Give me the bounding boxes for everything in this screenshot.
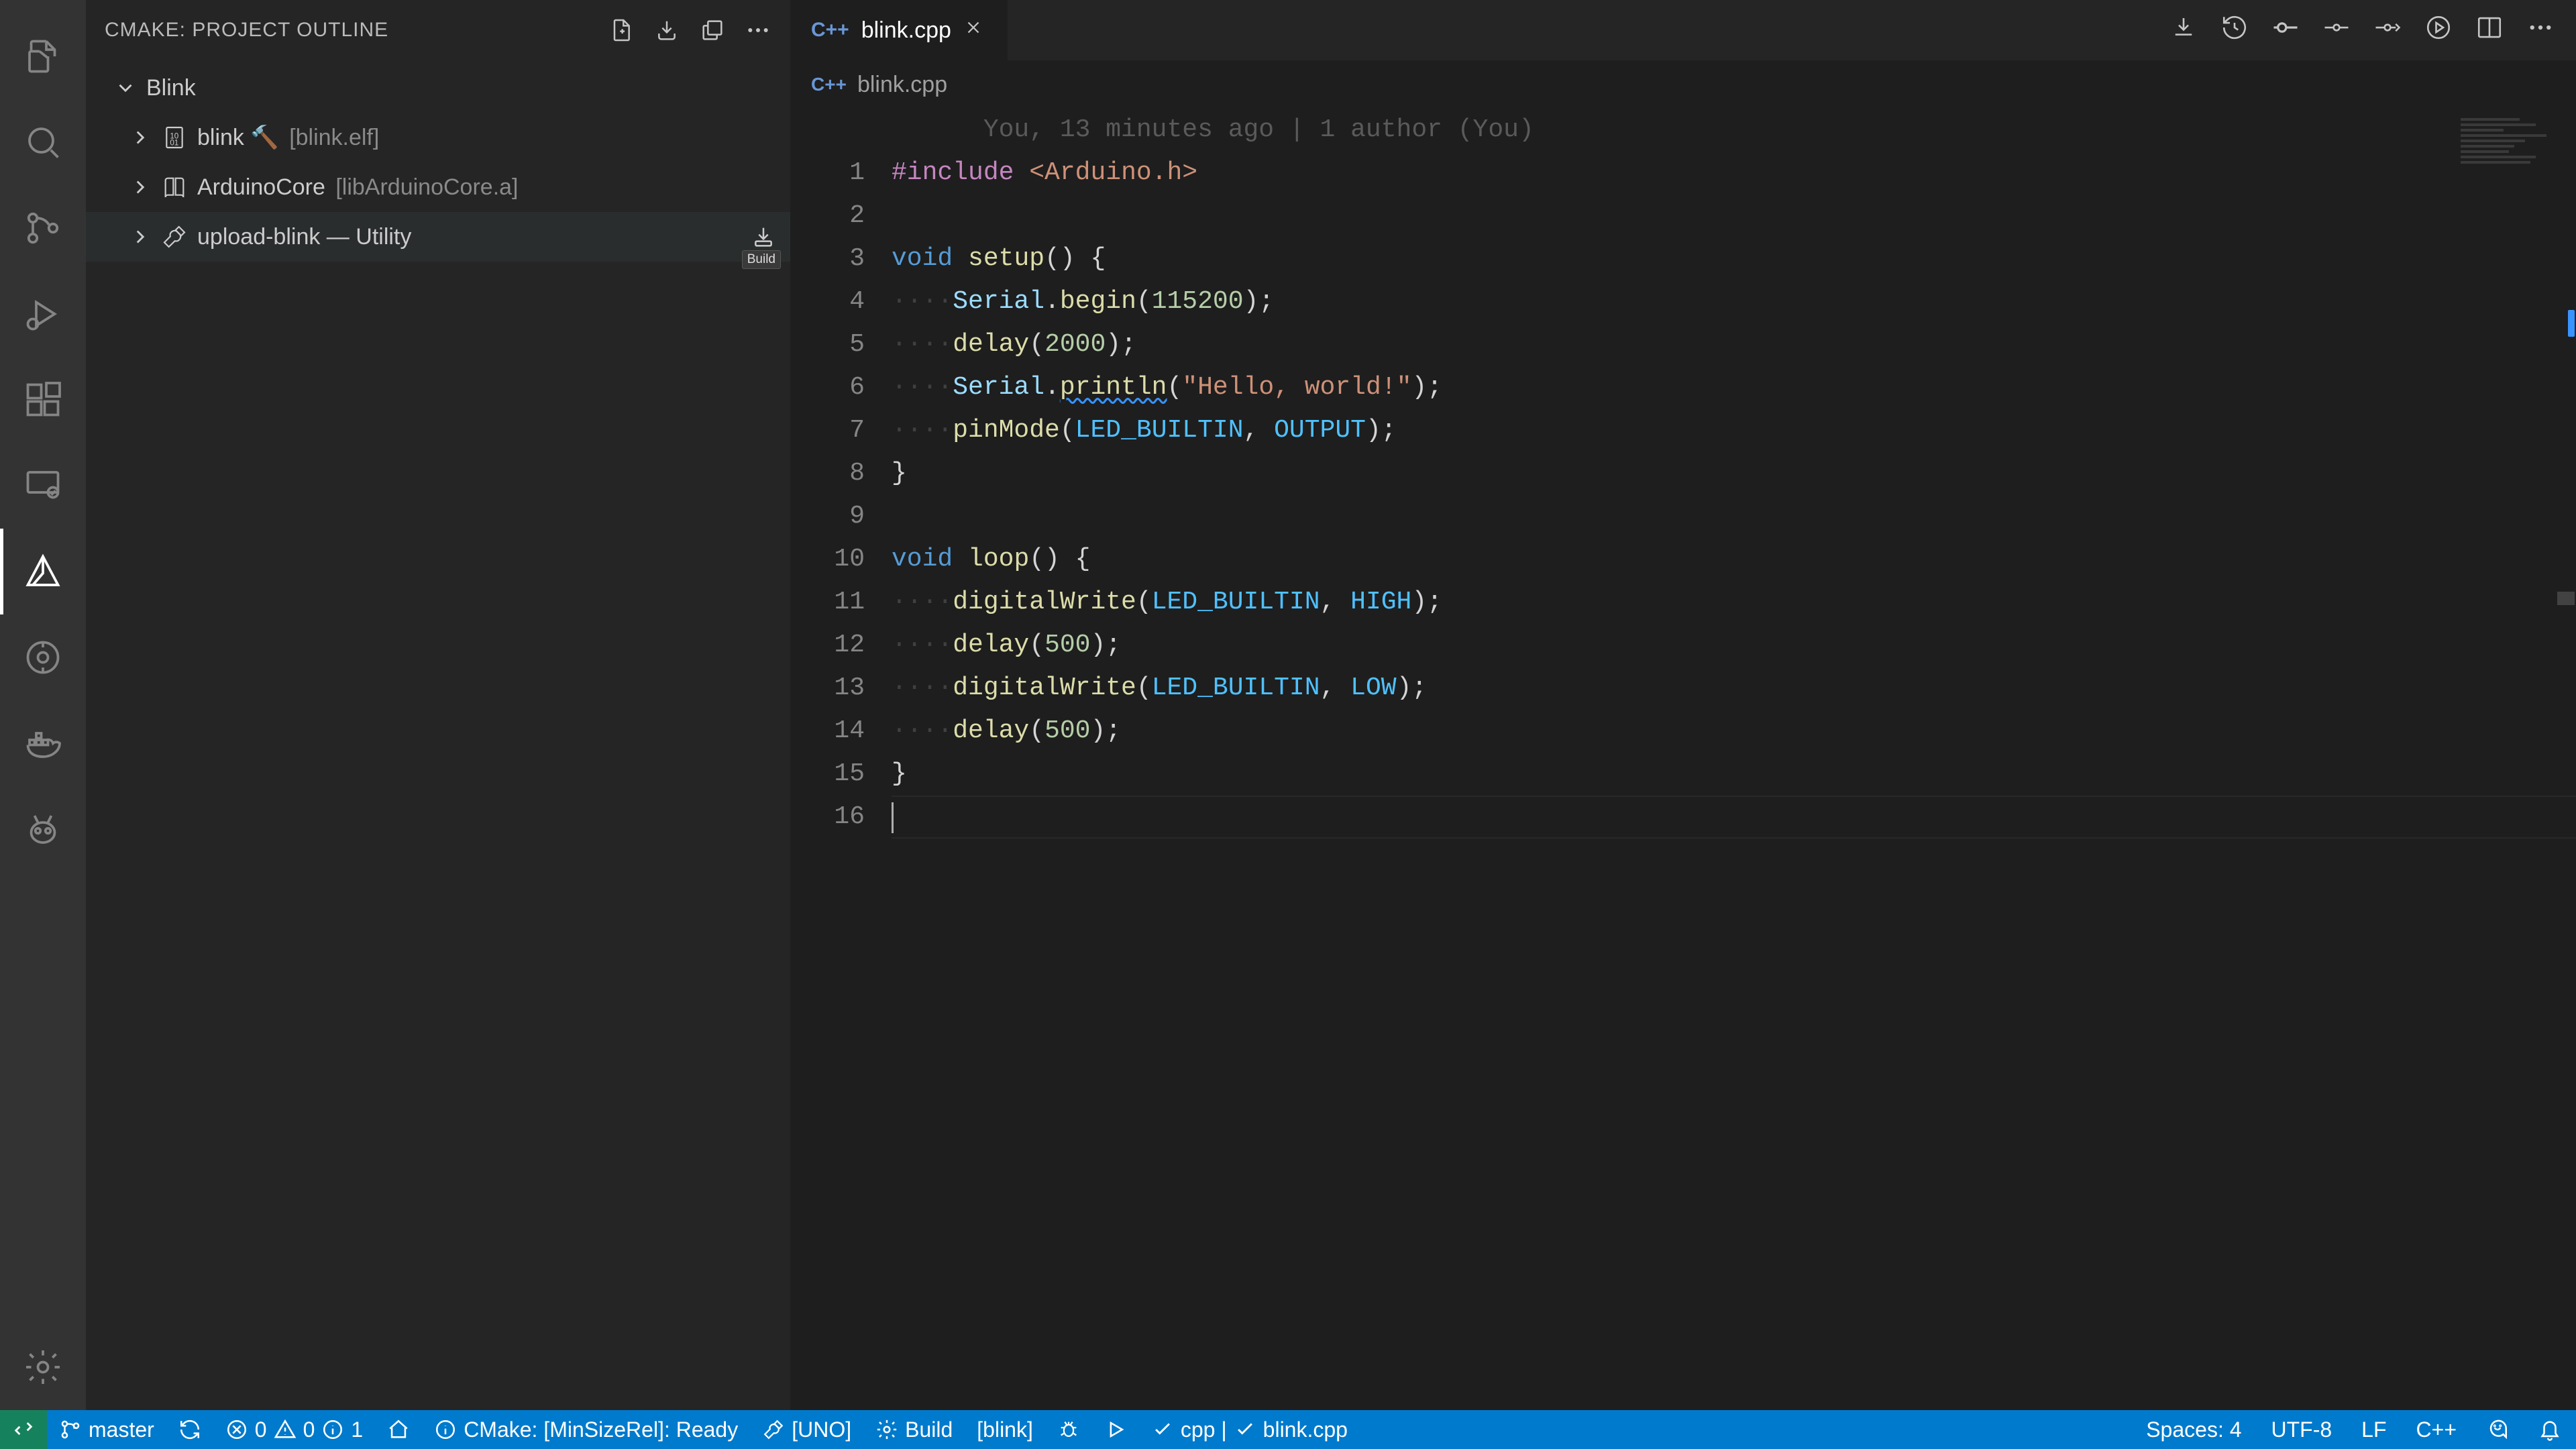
svg-text:01: 01: [170, 139, 178, 148]
tree-item-label: blink 🔨 [blink.elf]: [197, 124, 379, 151]
status-feedback[interactable]: [2471, 1410, 2524, 1449]
library-icon: [161, 174, 188, 201]
status-problems[interactable]: 0 0 1: [213, 1410, 375, 1449]
chevron-right-icon: [129, 225, 152, 248]
tree-item-label: ArduinoCore [libArduinoCore.a]: [197, 174, 519, 201]
collapse-all-icon[interactable]: [699, 17, 726, 44]
status-cmake[interactable]: CMake: [MinSizeRel]: Ready: [422, 1410, 750, 1449]
history-icon[interactable]: [2220, 13, 2249, 48]
activity-gitlens[interactable]: [0, 614, 86, 700]
tree-root[interactable]: Blink: [86, 63, 790, 113]
status-encoding[interactable]: UTF-8: [2257, 1410, 2347, 1449]
build-icon[interactable]: [750, 223, 777, 250]
tab-blink-cpp[interactable]: C++ blink.cpp: [791, 0, 1008, 60]
tree-root-label: Blink: [146, 75, 196, 101]
cpp-badge-icon: C++: [811, 74, 847, 95]
breadcrumb-filename: blink.cpp: [857, 72, 947, 98]
status-lint[interactable]: cpp | blink.cpp: [1139, 1410, 1360, 1449]
activity-remote[interactable]: [0, 443, 86, 529]
editor: C++ blink.cpp C++ b: [791, 0, 2576, 1410]
activity-platformio[interactable]: [0, 786, 86, 872]
cpp-badge-icon: C++: [811, 19, 849, 42]
activity-docker[interactable]: [0, 700, 86, 786]
gutter: 1234 5678 9101112 13141516: [791, 109, 892, 1410]
status-build[interactable]: Build: [863, 1410, 965, 1449]
activity-explorer[interactable]: [0, 13, 86, 99]
status-sync[interactable]: [166, 1410, 213, 1449]
more-icon[interactable]: [745, 17, 771, 44]
tree-item-upload-blink[interactable]: upload-blink — Utility Build: [86, 212, 790, 262]
build-tooltip: Build: [742, 250, 781, 269]
download-icon[interactable]: [2169, 13, 2198, 48]
status-spaces[interactable]: Spaces: 4: [2131, 1410, 2256, 1449]
tab-filename: blink.cpp: [861, 17, 951, 44]
breadcrumb[interactable]: C++ blink.cpp: [791, 60, 2576, 109]
cursor: [892, 802, 894, 833]
chevron-right-icon: [129, 126, 152, 149]
tools-icon: [161, 223, 188, 250]
sidebar-title: CMAKE: PROJECT OUTLINE: [105, 19, 388, 42]
activity-debug[interactable]: [0, 271, 86, 357]
minimap[interactable]: [2461, 115, 2568, 169]
commit-prev-icon[interactable]: [2322, 13, 2351, 48]
split-editor-icon[interactable]: [2475, 13, 2504, 48]
activity-extensions[interactable]: [0, 357, 86, 443]
run-icon[interactable]: [2424, 13, 2453, 48]
status-eol[interactable]: LF: [2347, 1410, 2401, 1449]
code-body[interactable]: You, 13 minutes ago | 1 author (You) #in…: [892, 109, 2576, 1410]
activity-scm[interactable]: [0, 185, 86, 271]
status-target[interactable]: [blink]: [965, 1410, 1045, 1449]
tab-bar: C++ blink.cpp: [791, 0, 2576, 60]
status-debug[interactable]: [1045, 1410, 1092, 1449]
activity-search[interactable]: [0, 99, 86, 185]
sidebar: CMAKE: PROJECT OUTLINE Blink 1001 blink …: [86, 0, 791, 1410]
status-branch[interactable]: master: [47, 1410, 166, 1449]
tree-item-label: upload-blink — Utility: [197, 224, 411, 250]
chevron-right-icon: [129, 176, 152, 199]
status-kit[interactable]: [UNO]: [750, 1410, 863, 1449]
binary-icon: 1001: [161, 124, 188, 151]
scrollbar-thumb[interactable]: [2557, 592, 2575, 605]
activity-cmake[interactable]: [0, 529, 86, 614]
status-bar: master 0 0 1 CMake: [MinSizeRel]: Ready: [0, 1410, 2576, 1449]
sidebar-header: CMAKE: PROJECT OUTLINE: [86, 0, 790, 60]
status-home[interactable]: [375, 1410, 422, 1449]
commit-next-icon[interactable]: [2373, 13, 2402, 48]
close-icon[interactable]: [963, 17, 983, 44]
scrollbar-marker: [2568, 310, 2575, 337]
new-file-icon[interactable]: [608, 17, 635, 44]
code-area[interactable]: 1234 5678 9101112 13141516 You, 13 minut…: [791, 109, 2576, 1410]
project-tree: Blink 1001 blink 🔨 [blink.elf] ArduinoCo…: [86, 60, 790, 264]
status-language[interactable]: C++: [2402, 1410, 2471, 1449]
download-icon[interactable]: [653, 17, 680, 44]
activity-settings[interactable]: [0, 1324, 86, 1410]
more-icon[interactable]: [2526, 13, 2555, 48]
status-run[interactable]: [1092, 1410, 1139, 1449]
status-remote[interactable]: [0, 1410, 47, 1449]
status-bell[interactable]: [2524, 1410, 2576, 1449]
activity-bar: [0, 0, 86, 1410]
tree-item-arduinocore[interactable]: ArduinoCore [libArduinoCore.a]: [86, 162, 790, 212]
chevron-down-icon: [114, 76, 137, 99]
commit-current-icon[interactable]: [2271, 13, 2300, 48]
tree-item-blink[interactable]: 1001 blink 🔨 [blink.elf]: [86, 113, 790, 162]
